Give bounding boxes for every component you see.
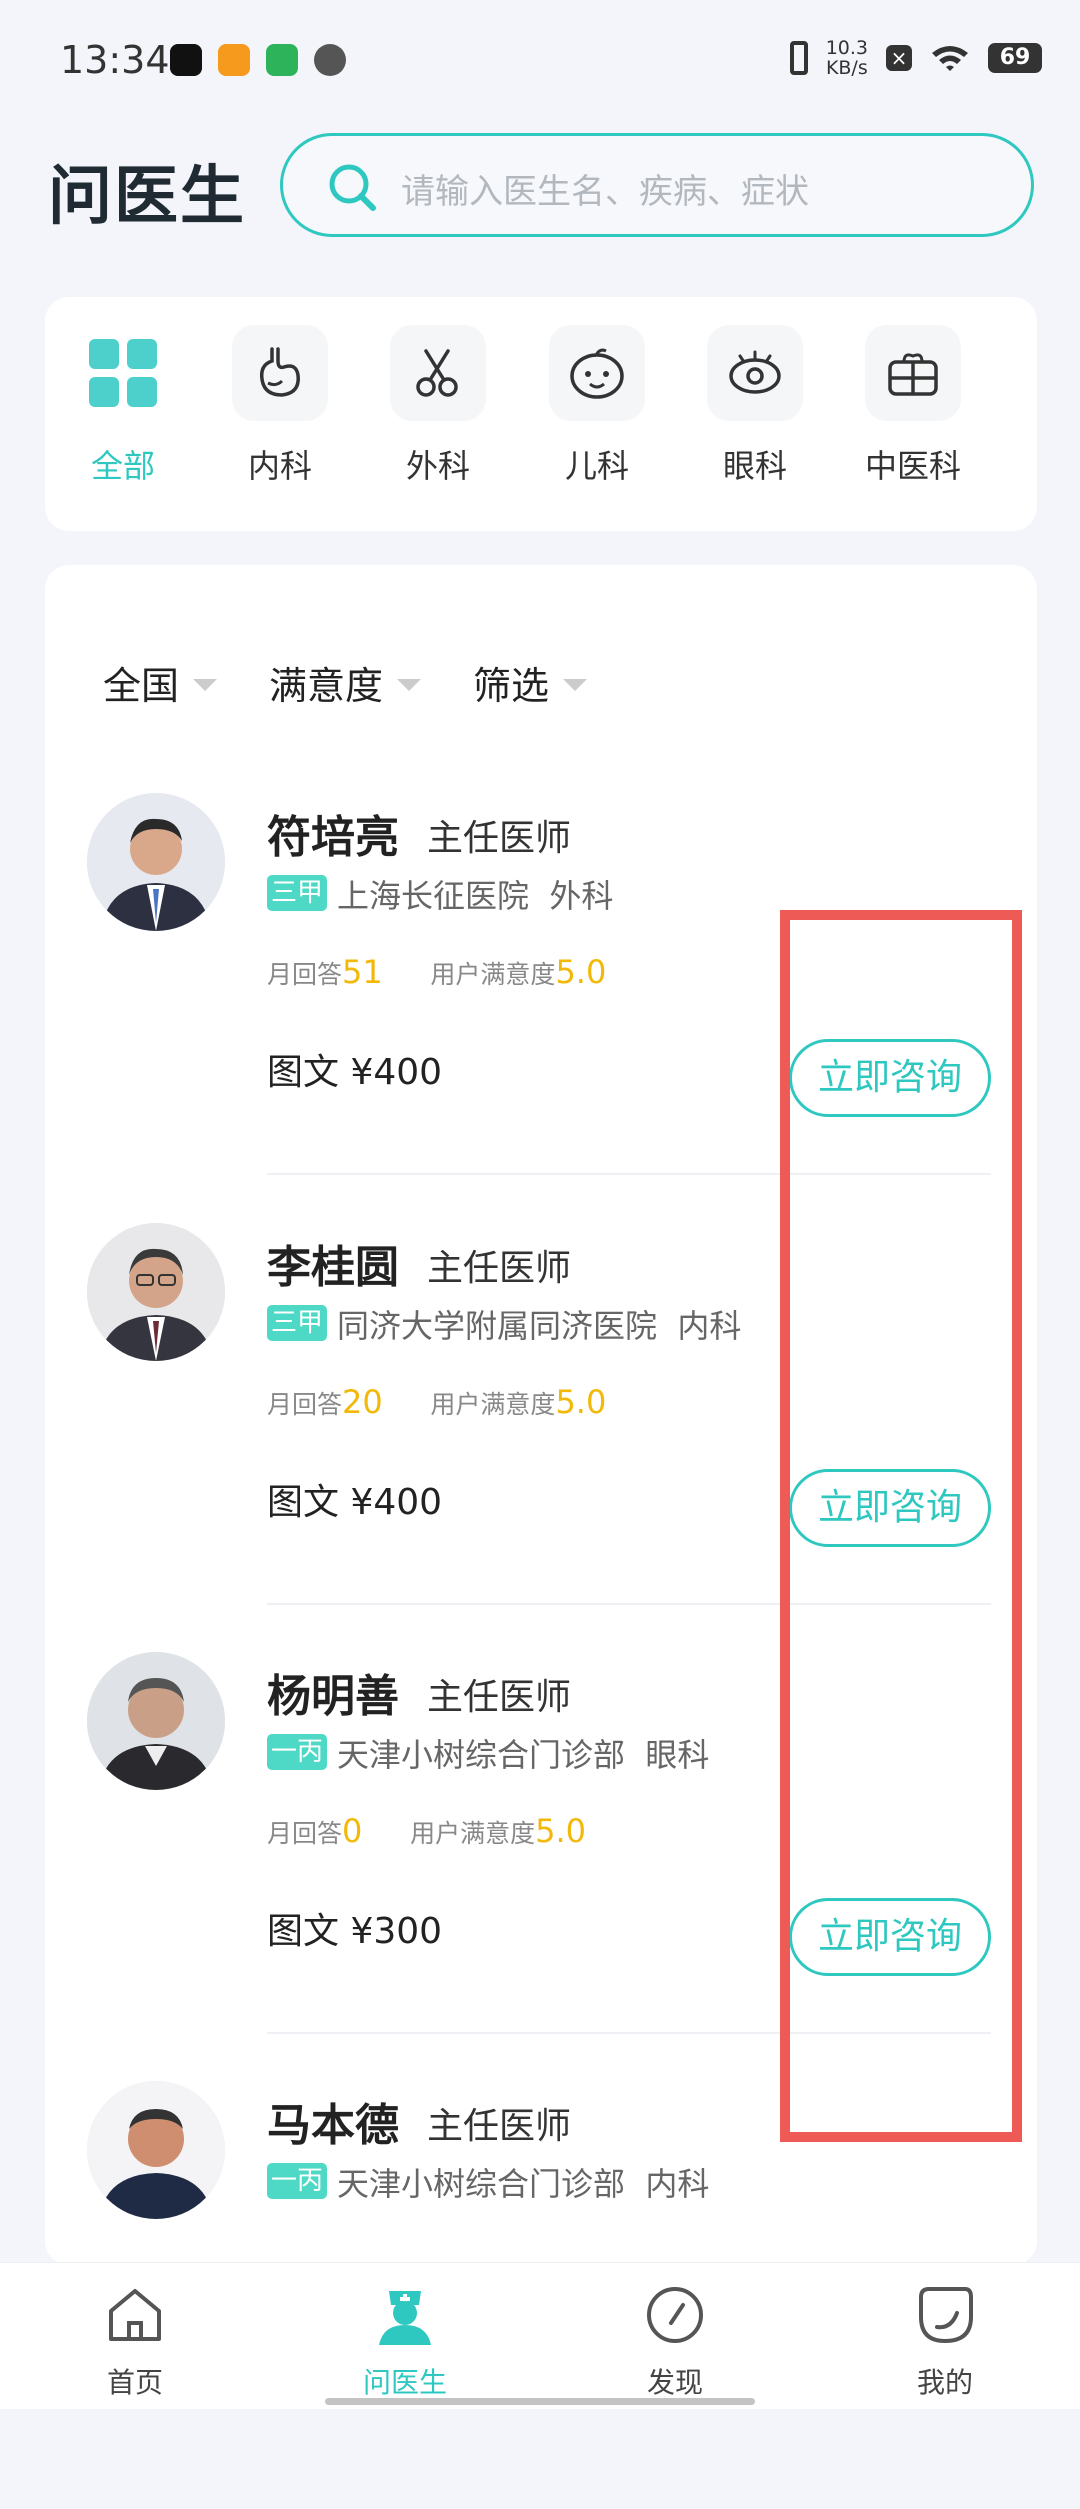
category-tcm[interactable]: 中医科	[853, 325, 973, 487]
search-input[interactable]: 请输入医生名、疾病、症状	[280, 133, 1034, 237]
hospital-dept: 同济大学附属同济医院 内科	[337, 1307, 742, 1345]
hospital-level-badge: 一丙	[267, 1734, 327, 1770]
wifi-icon	[932, 46, 968, 71]
filter-region[interactable]: 全国	[103, 655, 218, 710]
highlight-box	[780, 910, 1022, 2142]
doctor-title: 主任医师	[427, 2106, 572, 2147]
vibrate-icon	[789, 41, 808, 75]
no-sim-icon: ×	[886, 45, 912, 71]
status-bar: 13:34 10.3 KB/s × 69	[0, 0, 1080, 130]
nav-ask-doctor[interactable]: 问医生	[325, 2283, 485, 2401]
category-label: 全部	[90, 447, 155, 485]
bottom-nav: 首页 问医生 发现 我的	[0, 2262, 1080, 2409]
food-app-icon	[218, 44, 250, 76]
consult-price: 图文 ¥400	[267, 1482, 443, 1523]
nav-discover[interactable]: 发现	[595, 2283, 755, 2401]
chevron-down-icon	[397, 678, 422, 691]
doctor-name: 杨明善	[267, 1671, 399, 1722]
hospital-level-badge: 一丙	[267, 2163, 327, 2199]
doctor-title: 主任医师	[427, 1248, 572, 1289]
nav-home[interactable]: 首页	[55, 2283, 215, 2401]
doctor-name: 符培亮	[267, 812, 399, 863]
category-internal[interactable]: 内科	[220, 325, 340, 487]
nurse-icon	[379, 2291, 431, 2345]
category-label: 内科	[247, 447, 312, 485]
search-icon	[329, 164, 376, 211]
category-pediatrics[interactable]: 儿科	[537, 325, 657, 487]
doctor-title: 主任医师	[427, 1677, 572, 1718]
nav-label: 问医生	[362, 2366, 447, 2399]
clock: 13:34	[60, 38, 170, 82]
nav-label: 首页	[106, 2366, 163, 2399]
category-ophthalmology[interactable]: 眼科	[695, 325, 815, 487]
nav-label: 我的	[916, 2366, 973, 2399]
category-card: 全部 内科 外科 儿科 眼科 中医科	[45, 297, 1037, 531]
scissors-icon	[390, 325, 486, 421]
category-all[interactable]: 全部	[63, 325, 183, 487]
nav-label: 发现	[646, 2366, 703, 2399]
tiktok-icon	[170, 44, 202, 76]
stomach-icon	[232, 325, 328, 421]
nav-profile[interactable]: 我的	[865, 2283, 1025, 2401]
baby-face-icon	[549, 325, 645, 421]
battery-indicator: 69	[988, 43, 1042, 73]
system-indicators: 10.3 KB/s × 69	[789, 37, 1042, 79]
sync-app-icon	[314, 44, 346, 76]
grid-icon	[75, 325, 171, 421]
consult-price: 图文 ¥400	[267, 1052, 443, 1093]
eye-icon	[707, 325, 803, 421]
doctor-stats: 月回答51 用户满意度5.0	[267, 953, 607, 991]
chevron-down-icon	[563, 678, 588, 691]
compass-icon	[647, 2287, 703, 2343]
category-label: 儿科	[564, 447, 629, 485]
category-label: 眼科	[722, 447, 787, 485]
search-placeholder: 请输入医生名、疾病、症状	[401, 172, 809, 212]
doctor-name: 马本德	[267, 2100, 399, 2151]
doctor-avatar	[87, 1652, 225, 1790]
hospital-level-badge: 三甲	[267, 875, 327, 911]
home-icon	[109, 2289, 161, 2341]
news-app-icon	[266, 44, 298, 76]
doctor-avatar	[87, 793, 225, 931]
profile-icon	[919, 2287, 973, 2344]
doctor-avatar	[87, 1223, 225, 1361]
hospital-level-badge: 三甲	[267, 1305, 327, 1341]
doctor-stats: 月回答20 用户满意度5.0	[267, 1383, 607, 1421]
consult-price: 图文 ¥300	[267, 1911, 443, 1952]
page-title: 问医生	[48, 160, 246, 234]
filter-satisfaction[interactable]: 满意度	[269, 655, 422, 710]
doctor-title: 主任医师	[427, 818, 572, 859]
filter-more[interactable]: 筛选	[473, 655, 588, 710]
doctor-avatar	[87, 2081, 225, 2219]
filter-bar: 全国 满意度 筛选	[103, 655, 588, 710]
hospital-dept: 上海长征医院 外科	[337, 877, 614, 915]
home-indicator[interactable]	[325, 2398, 755, 2405]
hospital-dept: 天津小树综合门诊部 眼科	[337, 1736, 710, 1774]
category-label: 外科	[405, 447, 470, 485]
category-label: 中医科	[864, 447, 961, 485]
notification-icons	[170, 44, 346, 76]
category-surgery[interactable]: 外科	[378, 325, 498, 487]
network-speed: 10.3 KB/s	[825, 37, 868, 79]
hospital-dept: 天津小树综合门诊部 内科	[337, 2165, 710, 2203]
doctor-name: 李桂圆	[267, 1242, 399, 1293]
doctor-stats: 月回答0 用户满意度5.0	[267, 1812, 586, 1850]
chevron-down-icon	[193, 678, 218, 691]
medicine-box-icon	[865, 325, 961, 421]
